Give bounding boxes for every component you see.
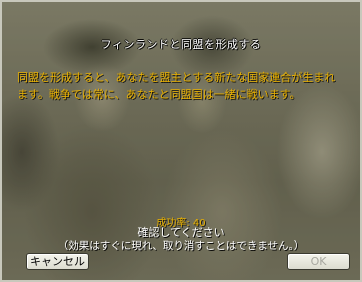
- irreversible-note: （効果はすぐに現れ、取り消すことはできません。）: [57, 240, 305, 252]
- alliance-dialog: フィンランドと同盟を形成する 同盟を形成すると、あなたを盟主とする新たな国家連合…: [0, 0, 362, 282]
- ok-button[interactable]: OK: [287, 253, 350, 270]
- dialog-description: 同盟を形成すると、あなたを盟主とする新たな国家連合が生まれます。戦争では常に、あ…: [17, 71, 336, 101]
- dialog-title: フィンランドと同盟を形成する: [100, 38, 262, 51]
- cancel-button[interactable]: キャンセル: [26, 253, 89, 270]
